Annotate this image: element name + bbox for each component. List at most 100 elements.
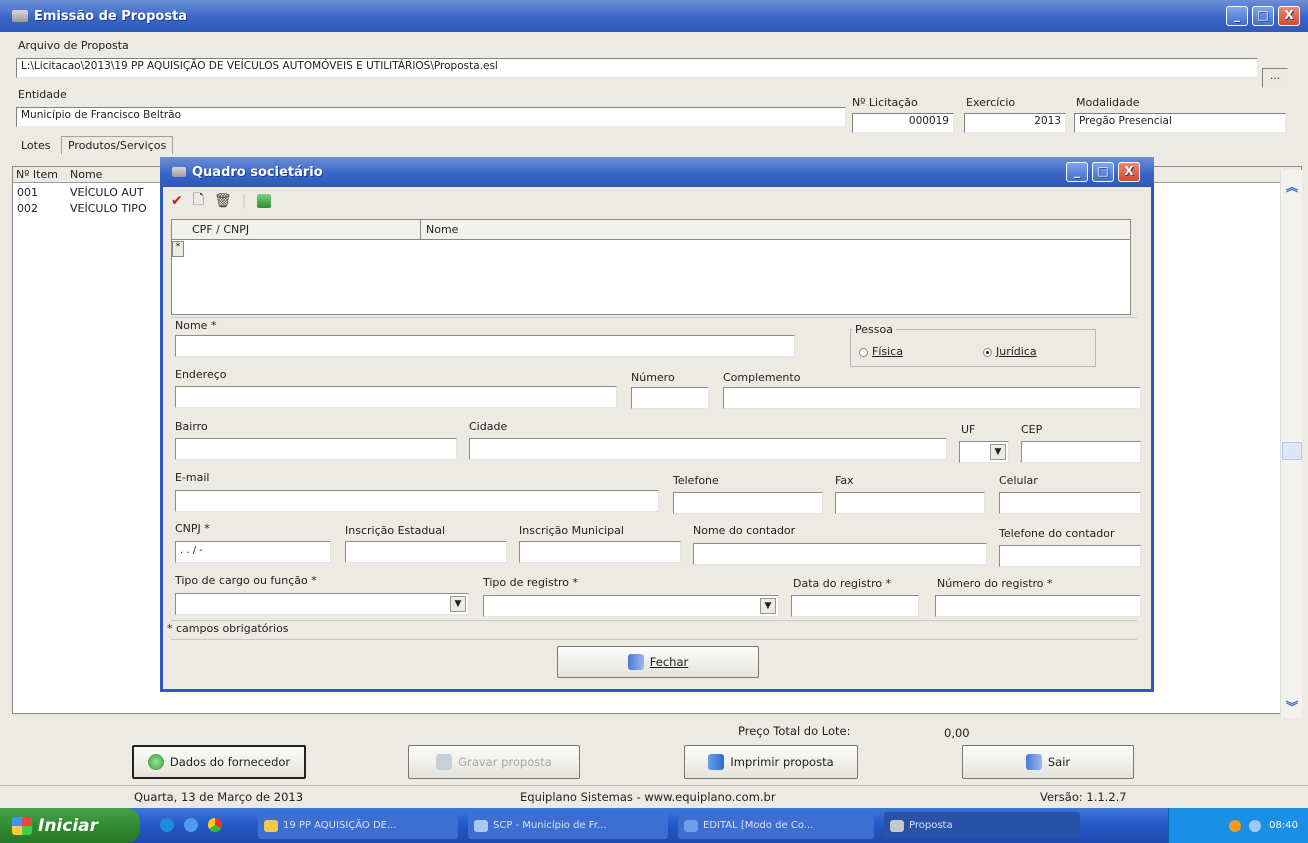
- inscricao-estadual-input[interactable]: [345, 541, 507, 563]
- celular-input[interactable]: [999, 492, 1141, 514]
- socios-grid: CPF / CNPJ Nome *: [171, 219, 1131, 315]
- dialog-minimize-button[interactable]: _: [1066, 162, 1088, 182]
- chrome-icon[interactable]: [208, 818, 222, 832]
- nome-input[interactable]: [175, 335, 795, 357]
- imprimir-proposta-button[interactable]: Imprimir proposta: [684, 745, 858, 779]
- telefone-input[interactable]: [673, 492, 823, 514]
- numero-registro-input[interactable]: [935, 595, 1141, 617]
- email-input[interactable]: [175, 490, 659, 512]
- taskbar-item-label: Proposta: [909, 820, 953, 831]
- tipo-registro-select[interactable]: ▼: [483, 595, 779, 617]
- telefone-contador-input[interactable]: [999, 545, 1141, 567]
- licitacao-label: Nº Licitação: [852, 96, 918, 109]
- chevron-down-icon[interactable]: ▼: [450, 596, 466, 612]
- entidade-label: Entidade: [18, 88, 67, 101]
- entidade-field[interactable]: Município de Francisco Beltrão: [16, 107, 846, 127]
- status-company: Equiplano Sistemas - www.equiplano.com.b…: [520, 790, 776, 804]
- dialog-icon: [172, 167, 186, 177]
- gravar-proposta-button[interactable]: Gravar proposta: [408, 745, 580, 779]
- new-row-indicator[interactable]: *: [172, 241, 184, 257]
- browser-icon[interactable]: [184, 818, 198, 832]
- scroll-thumb[interactable]: [1282, 442, 1302, 460]
- tipo-cargo-select[interactable]: ▼: [175, 593, 469, 615]
- fax-label: Fax: [835, 474, 854, 487]
- scroll-up-icon[interactable]: ︽: [1282, 178, 1302, 196]
- tipo-registro-label: Tipo de registro *: [483, 576, 579, 589]
- numero-input[interactable]: [631, 387, 709, 409]
- nome-contador-label: Nome do contador: [693, 524, 796, 537]
- complemento-input[interactable]: [723, 387, 1141, 409]
- exercicio-label: Exercício: [966, 96, 1016, 109]
- inscricao-municipal-label: Inscrição Municipal: [519, 524, 624, 537]
- close-button[interactable]: X: [1278, 6, 1300, 26]
- dialog-close-button[interactable]: X: [1118, 162, 1140, 182]
- maximize-button[interactable]: □: [1252, 6, 1274, 26]
- tab-produtos-servicos[interactable]: Produtos/Serviços: [60, 136, 174, 154]
- cnpj-input[interactable]: . . / -: [175, 541, 331, 563]
- endereco-input[interactable]: [175, 386, 617, 408]
- uf-select[interactable]: ▼: [959, 441, 1009, 463]
- exit-door-icon: [1025, 754, 1042, 770]
- radio-juridica[interactable]: Jurídica: [983, 345, 1037, 358]
- taskbar-item-edital[interactable]: EDITAL [Modo de Co...: [678, 812, 874, 839]
- licitacao-field[interactable]: 000019: [852, 113, 954, 133]
- imprimir-proposta-label: Imprimir proposta: [730, 755, 834, 769]
- numero-label: Número: [631, 371, 675, 384]
- folder-icon: [264, 819, 278, 832]
- word-document-icon: [684, 819, 698, 832]
- tab-lotes[interactable]: Lotes: [14, 136, 57, 155]
- fax-input[interactable]: [835, 492, 985, 514]
- dialog-toolbar: ✔ 🗋 🗑 |: [171, 190, 271, 212]
- dialog-maximize-button[interactable]: □: [1092, 162, 1114, 182]
- nome-contador-input[interactable]: [693, 543, 987, 565]
- cell-item: 002: [17, 202, 38, 215]
- taskbar-item-label: 19 PP AQUISIÇÃO DE...: [283, 820, 397, 831]
- modalidade-field[interactable]: Pregão Presencial: [1074, 113, 1286, 133]
- scroll-down-icon[interactable]: ︾: [1282, 698, 1302, 716]
- inscricao-municipal-input[interactable]: [519, 541, 681, 563]
- app-icon: [890, 819, 904, 832]
- dados-fornecedor-label: Dados do fornecedor: [169, 755, 291, 769]
- window-title-bar: Emissão de Proposta _ □ X: [0, 0, 1308, 32]
- clock[interactable]: 08:40: [1269, 820, 1298, 831]
- windows-logo-icon: [12, 816, 32, 835]
- separator: [171, 639, 1137, 640]
- numero-registro-label: Número do registro *: [937, 577, 1053, 590]
- dados-fornecedor-button[interactable]: Dados do fornecedor: [132, 745, 306, 779]
- status-date: Quarta, 13 de Março de 2013: [134, 790, 304, 804]
- chevron-down-icon[interactable]: ▼: [990, 444, 1006, 460]
- celular-label: Celular: [999, 474, 1038, 487]
- tipo-cargo-label: Tipo de cargo ou função *: [175, 574, 317, 587]
- exercicio-field[interactable]: 2013: [964, 113, 1066, 133]
- ie-icon[interactable]: [160, 818, 174, 832]
- app-icon: [12, 10, 28, 22]
- check-icon[interactable]: ✔: [171, 193, 183, 209]
- col-nome: Nome: [70, 168, 103, 181]
- trash-icon[interactable]: 🗑: [214, 193, 232, 209]
- tray-icon[interactable]: [1229, 819, 1242, 832]
- browse-button[interactable]: ...: [1262, 68, 1288, 88]
- arquivo-field[interactable]: L:\Licitacao\2013\19 PP AQUISIÇÃO DE VEÍ…: [16, 58, 1258, 78]
- taskbar-item-proposta[interactable]: Proposta: [884, 812, 1080, 839]
- cep-input[interactable]: [1021, 441, 1141, 463]
- complemento-label: Complemento: [723, 371, 801, 384]
- taskbar-item-scp[interactable]: SCP - Município de Fr...: [468, 812, 668, 839]
- start-label: Iniciar: [38, 815, 99, 836]
- radio-fisica[interactable]: Física: [859, 345, 903, 358]
- taskbar-item-folder[interactable]: 19 PP AQUISIÇÃO DE...: [258, 812, 458, 839]
- gravar-proposta-label: Gravar proposta: [458, 755, 552, 769]
- network-icon[interactable]: [1249, 819, 1262, 832]
- minimize-button[interactable]: _: [1226, 6, 1248, 26]
- sair-button[interactable]: Sair: [962, 745, 1134, 779]
- chevron-down-icon[interactable]: ▼: [760, 598, 776, 614]
- vertical-scrollbar[interactable]: ︽ ︾: [1280, 170, 1302, 718]
- bairro-input[interactable]: [175, 438, 457, 460]
- tab-strip: Lotes Produtos/Serviços: [14, 136, 174, 155]
- data-registro-input[interactable]: [791, 595, 919, 617]
- export-icon[interactable]: [256, 194, 271, 208]
- quadro-societario-dialog: Quadro societário _ □ X ✔ 🗋 🗑 | CPF / CN…: [160, 157, 1154, 692]
- new-document-icon[interactable]: 🗋: [193, 189, 204, 213]
- start-button[interactable]: Iniciar: [0, 808, 140, 843]
- cidade-input[interactable]: [469, 438, 947, 460]
- fechar-button[interactable]: Fechar: [557, 646, 759, 678]
